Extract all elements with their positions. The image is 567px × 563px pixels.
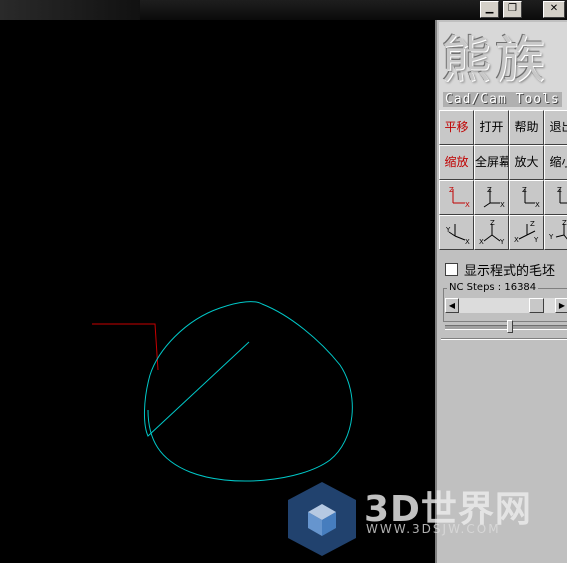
help-button[interactable]: 帮助 <box>509 110 544 145</box>
scroll-right-arrow-icon[interactable]: ▶ <box>555 298 567 313</box>
view-iso-xyz-button[interactable]: Z X Y <box>474 215 509 250</box>
show-stock-checkbox[interactable] <box>445 263 458 276</box>
svg-text:Y: Y <box>499 238 505 246</box>
svg-text:Z: Z <box>522 186 527 194</box>
view-iso-yz-button[interactable]: Z Y <box>544 215 567 250</box>
svg-text:X: X <box>514 236 519 244</box>
svg-text:Z: Z <box>557 186 562 194</box>
zoom-in-button[interactable]: 放大 <box>509 145 544 180</box>
nc-steps-scrollbar[interactable]: ◀ ▶ <box>445 298 567 313</box>
view-iso-yz-icon: Z Y <box>548 219 567 241</box>
svg-text:Y: Y <box>445 226 451 234</box>
open-button[interactable]: 打开 <box>474 110 509 145</box>
view-iso-yxz-icon: Z X Y <box>514 220 539 244</box>
app-logo: 熊族 Cad/Cam Tools <box>439 22 567 110</box>
view-zx-button[interactable]: Z X <box>474 180 509 215</box>
view-iso-xyz-icon: Z X Y <box>479 219 505 246</box>
svg-text:X: X <box>465 201 470 209</box>
svg-text:Y: Y <box>533 236 539 244</box>
view-zx-icon: Z X <box>483 186 505 209</box>
view-yz-icon: Z Y <box>557 186 567 204</box>
svg-text:Z: Z <box>487 186 492 194</box>
view-xz-alt-icon: Z X <box>522 186 540 209</box>
svg-text:X: X <box>535 201 540 209</box>
svg-text:Z: Z <box>530 220 535 228</box>
svg-text:X: X <box>500 201 505 209</box>
speed-slider-thumb[interactable] <box>507 320 513 333</box>
view-xz-button[interactable]: Z X <box>439 180 474 215</box>
view-iso-yxz-button[interactable]: Z X Y <box>509 215 544 250</box>
svg-text:Z: Z <box>562 219 567 227</box>
svg-text:X: X <box>465 238 470 246</box>
rapid-move-path <box>92 323 159 371</box>
logo-chinese-text: 熊族 <box>441 31 549 89</box>
titlebar-gradient <box>0 0 140 20</box>
zoom-button[interactable]: 缩放 <box>439 145 474 180</box>
svg-text:Z: Z <box>490 219 495 227</box>
scroll-left-arrow-icon[interactable]: ◀ <box>445 298 459 313</box>
svg-text:Z: Z <box>449 186 454 194</box>
svg-text:X: X <box>479 238 484 246</box>
show-stock-label: 显示程式的毛坯 <box>464 264 556 279</box>
restore-button[interactable]: ❐ <box>503 1 522 18</box>
nc-steps-label: NC Steps : 16384 <box>447 282 539 293</box>
panel-divider <box>441 338 567 340</box>
tool-panel: 熊族 Cad/Cam Tools 平移 打开 帮助 退出 缩放 全屏幕 放大 缩… <box>435 20 567 563</box>
view-xz-icon: Z X <box>449 186 470 209</box>
view-iso-xy-icon: Y X <box>445 224 470 246</box>
exit-button[interactable]: 退出 <box>544 110 567 145</box>
view-iso-xy-button[interactable]: Y X <box>439 215 474 250</box>
scroll-thumb[interactable] <box>529 298 544 313</box>
minimize-button[interactable]: ▁ <box>480 1 499 18</box>
logo-english-text: Cad/Cam Tools <box>443 92 562 107</box>
view-yz-button[interactable]: Z Y <box>544 180 567 215</box>
speed-slider-track[interactable] <box>445 325 567 330</box>
window-titlebar: ▁ ❐ ✕ <box>0 0 567 20</box>
zoom-out-button[interactable]: 缩小 <box>544 145 567 180</box>
view-xz-alt-button[interactable]: Z X <box>509 180 544 215</box>
toolpath-viewport[interactable] <box>0 20 435 563</box>
close-button[interactable]: ✕ <box>543 1 565 18</box>
fullscreen-button[interactable]: 全屏幕 <box>474 145 509 180</box>
cutting-toolpath <box>144 301 353 482</box>
svg-text:Y: Y <box>548 233 554 241</box>
show-stock-checkbox-row[interactable]: 显示程式的毛坯 <box>445 260 555 279</box>
pan-button[interactable]: 平移 <box>439 110 474 145</box>
toolpath-canvas <box>92 301 353 482</box>
